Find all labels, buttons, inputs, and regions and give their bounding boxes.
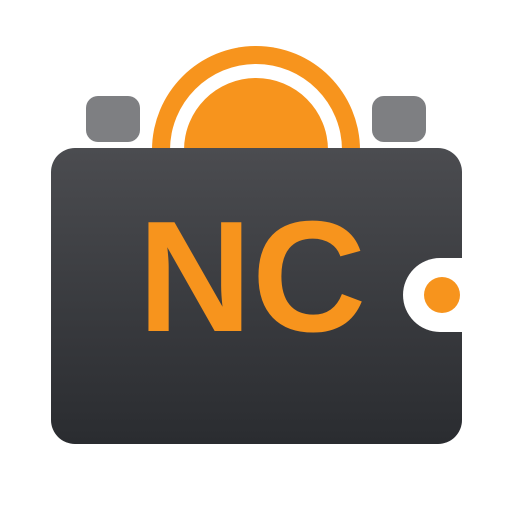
app-icon: NC [0,0,512,512]
left-flap [86,96,140,142]
right-flap [372,96,426,142]
wallet-icon: NC [51,34,462,444]
logo-text: NC [138,189,366,365]
